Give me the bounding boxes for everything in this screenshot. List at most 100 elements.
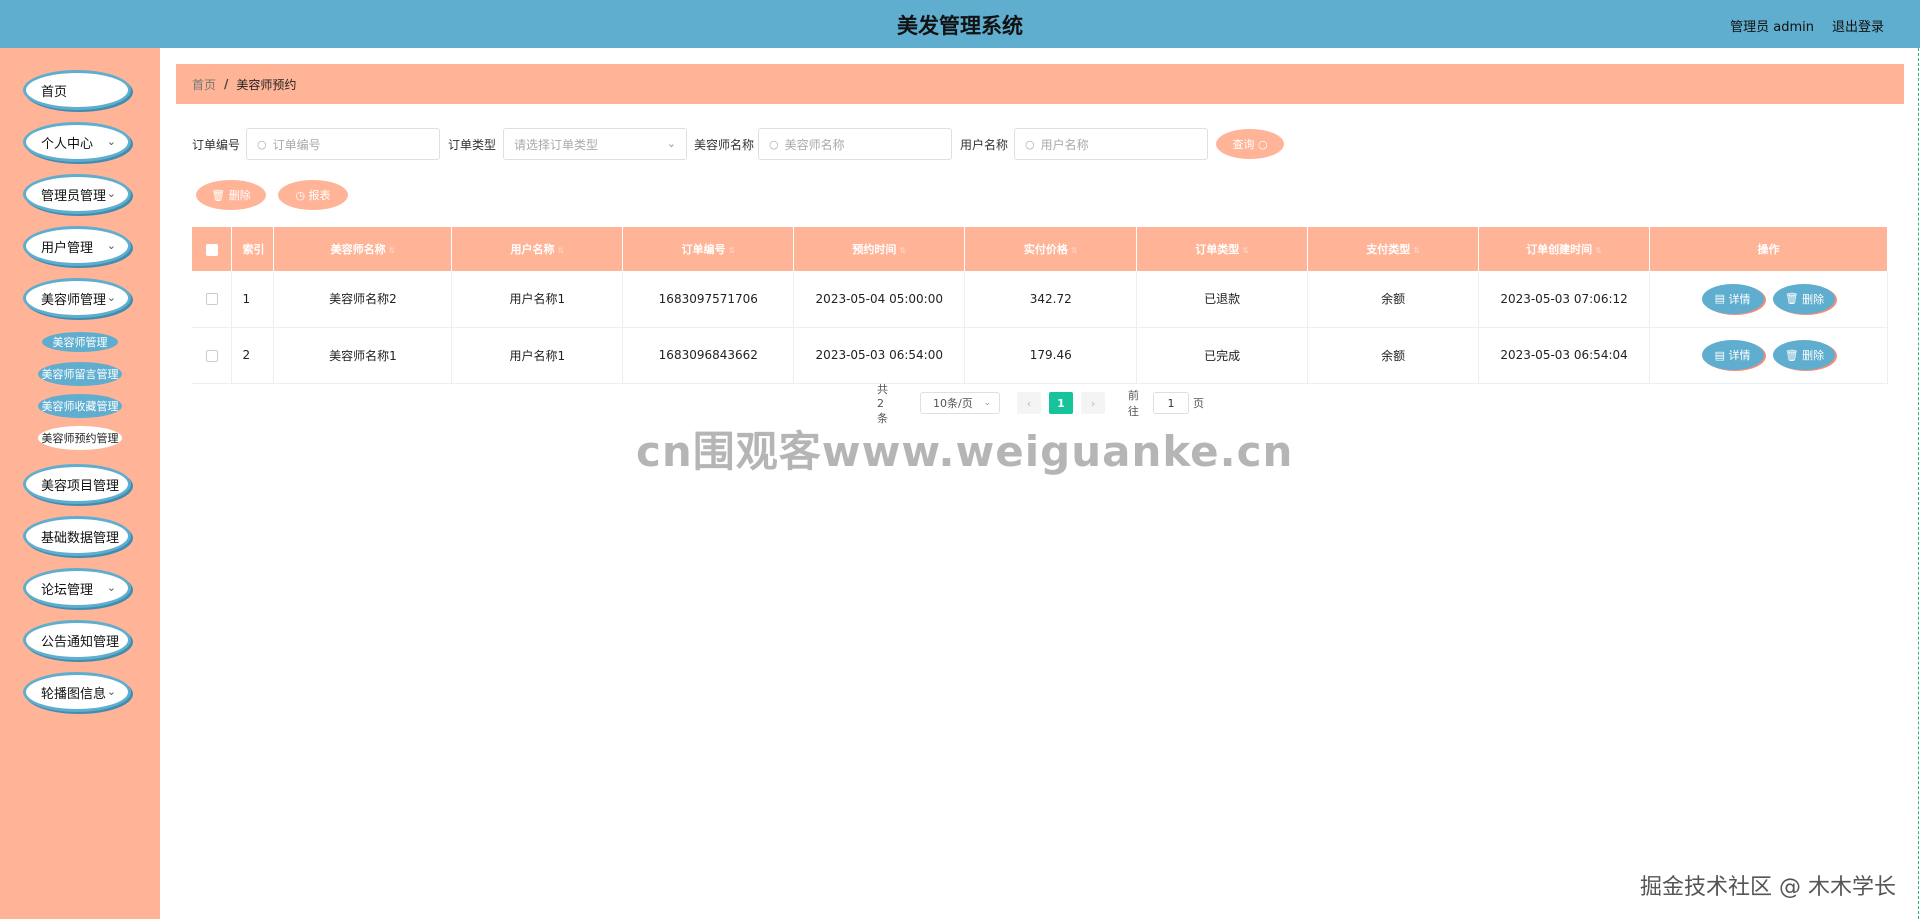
column-header-price[interactable]: 实付价格 ⇅ [964,227,1138,271]
sidebar-item-carousel[interactable]: 轮播图信息 ⌄ [23,672,131,712]
cell-order-type: 已退款 [1136,271,1309,328]
cell-user: 用户名称1 [451,327,624,384]
search-icon: ○ [1257,137,1268,151]
breadcrumb-home[interactable]: 首页 [192,76,216,93]
submenu-item-beautician-favorites[interactable]: 美容师收藏管理 [38,394,122,418]
page-number-button[interactable]: 1 [1049,392,1073,414]
order-type-placeholder: 请选择订单类型 [514,137,599,152]
select-all-header [192,227,233,271]
query-button[interactable]: 查询 ○ [1216,129,1284,159]
report-button[interactable]: ◷ 报表 [278,180,348,210]
order-no-placeholder: 订单编号 [272,137,321,152]
search-icon: ○ [257,137,267,151]
next-page-button[interactable]: › [1081,392,1105,414]
sidebar-item-label: 管理员管理 [41,188,107,204]
cell-actions: ▤ 详情 🗑 删除 [1649,271,1888,328]
search-icon: ○ [1025,137,1035,151]
column-header-user[interactable]: 用户名称 ⇅ [451,227,624,271]
center-watermark: cn围观客www.weiguanke.cn [636,427,1294,476]
cell-appointment-time: 2023-05-03 06:54:00 [793,327,966,384]
sort-icon[interactable]: ⇅ [389,246,396,255]
sidebar-item-label: 基础数据管理 [41,530,120,546]
logout-link[interactable]: 退出登录 [1832,16,1884,35]
row-checkbox[interactable] [205,293,218,306]
bulk-delete-button[interactable]: 🗑 删除 [196,180,266,210]
sidebar-item-beauty-projects[interactable]: 美容项目管理 [23,464,131,504]
sidebar-item-home[interactable]: 首页 [23,70,131,110]
detail-button[interactable]: ▤ 详情 [1701,340,1764,370]
beautician-name-label: 美容师名称 [694,138,755,152]
username-input[interactable]: ○ 用户名称 [1014,128,1208,160]
order-no-input[interactable]: ○ 订单编号 [246,128,440,160]
goto-page-input[interactable]: 1 [1153,392,1189,414]
clock-icon: ◷ [295,188,306,202]
query-button-label: 查询 [1232,138,1255,151]
breadcrumb-current: 美容师预约 [236,77,297,92]
sidebar-item-beautician-management[interactable]: 美容师管理 ⌄ [23,278,131,318]
report-label: 报表 [308,189,331,202]
sort-icon[interactable]: ⇅ [899,246,906,255]
page-suffix-label: 页 [1193,397,1204,410]
username-placeholder: 用户名称 [1040,137,1089,152]
cell-index: 1 [231,271,275,328]
pagination-total: 共 2 条 [877,382,888,425]
order-type-label: 订单类型 [448,138,497,152]
prev-page-button[interactable]: ‹ [1017,392,1041,414]
delete-button[interactable]: 🗑 删除 [1773,340,1836,370]
sidebar: 首页 个人中心 ⌄ 管理员管理 ⌄ 用户管理 ⌄ 美容师管理 ⌄ 美容师管理 美容师留言… [0,48,160,919]
chevron-down-icon: ⌄ [106,291,116,304]
submenu-item-beautician-management[interactable]: 美容师管理 [40,330,120,354]
corner-watermark: 掘金技术社区 @ 木木学长 [1640,875,1896,900]
row-checkbox[interactable] [205,349,218,362]
cell-order-type: 已完成 [1136,327,1309,384]
page-size-select[interactable]: 10条/页 ⌄ [920,392,1000,414]
delete-button[interactable]: 🗑 删除 [1773,283,1836,314]
cell-created: 2023-05-03 06:54:04 [1478,327,1651,384]
sidebar-item-admin-management[interactable]: 管理员管理 ⌄ [23,174,131,214]
select-all-checkbox[interactable] [205,243,218,256]
sort-icon[interactable]: ⇅ [1595,246,1602,255]
sidebar-item-label: 美容师管理 [41,292,107,308]
sidebar-item-personal-center[interactable]: 个人中心 ⌄ [23,122,131,162]
cell-user: 用户名称1 [451,271,624,328]
cell-order-no: 1683097571706 [622,271,795,328]
sidebar-item-label: 轮播图信息 [41,686,107,702]
chevron-down-icon: ⌄ [106,239,116,252]
detail-button[interactable]: ▤ 详情 [1701,283,1764,314]
chevron-down-icon: ⌄ [666,137,676,150]
chevron-down-icon: ⌄ [106,581,116,594]
sort-icon[interactable]: ⇅ [1413,246,1420,255]
order-type-select[interactable]: 请选择订单类型 ⌄ [503,128,687,160]
cell-appointment-time: 2023-05-04 05:00:00 [793,271,966,328]
cell-pay-type: 余额 [1307,327,1480,384]
column-header-beautician[interactable]: 美容师名称 ⇅ [273,227,453,271]
sidebar-item-label: 用户管理 [41,240,94,256]
cell-beautician: 美容师名称2 [273,271,453,328]
current-user: 管理员 admin [1730,20,1814,35]
column-header-order-no[interactable]: 订单编号 ⇅ [622,227,795,271]
column-header-pay-type[interactable]: 支付类型 ⇅ [1307,227,1480,271]
column-header-order-type[interactable]: 订单类型 ⇅ [1136,227,1309,271]
sidebar-item-user-management[interactable]: 用户管理 ⌄ [23,226,131,266]
chevron-down-icon: ⌄ [106,685,116,698]
sort-icon[interactable]: ⇅ [728,246,735,255]
top-bar: 美发管理系统 管理员 admin 退出登录 [0,0,1920,48]
sort-icon[interactable]: ⇅ [558,246,565,255]
chevron-down-icon: ⌄ [106,135,116,148]
username-label: 用户名称 [960,138,1009,152]
sort-icon[interactable]: ⇅ [1242,246,1249,255]
column-header-appointment-time[interactable]: 预约时间 ⇅ [793,227,966,271]
sidebar-item-label: 论坛管理 [41,582,94,598]
submenu-item-beautician-appointments[interactable]: 美容师预约管理 [38,426,122,450]
beautician-name-input[interactable]: ○ 美容师名称 [758,128,952,160]
sidebar-item-forum-management[interactable]: 论坛管理 ⌄ [23,568,131,608]
breadcrumb-separator: / [224,77,229,91]
sidebar-item-announcements[interactable]: 公告通知管理 [23,620,131,660]
column-header-created[interactable]: 订单创建时间 ⇅ [1478,227,1651,271]
cell-order-no: 1683096843662 [622,327,795,384]
row-select-cell [192,271,233,328]
sidebar-item-basic-data[interactable]: 基础数据管理 [23,516,131,556]
column-header-actions: 操作 [1649,227,1888,271]
sort-icon[interactable]: ⇅ [1071,246,1078,255]
submenu-item-beautician-messages[interactable]: 美容师留言管理 [38,362,122,386]
